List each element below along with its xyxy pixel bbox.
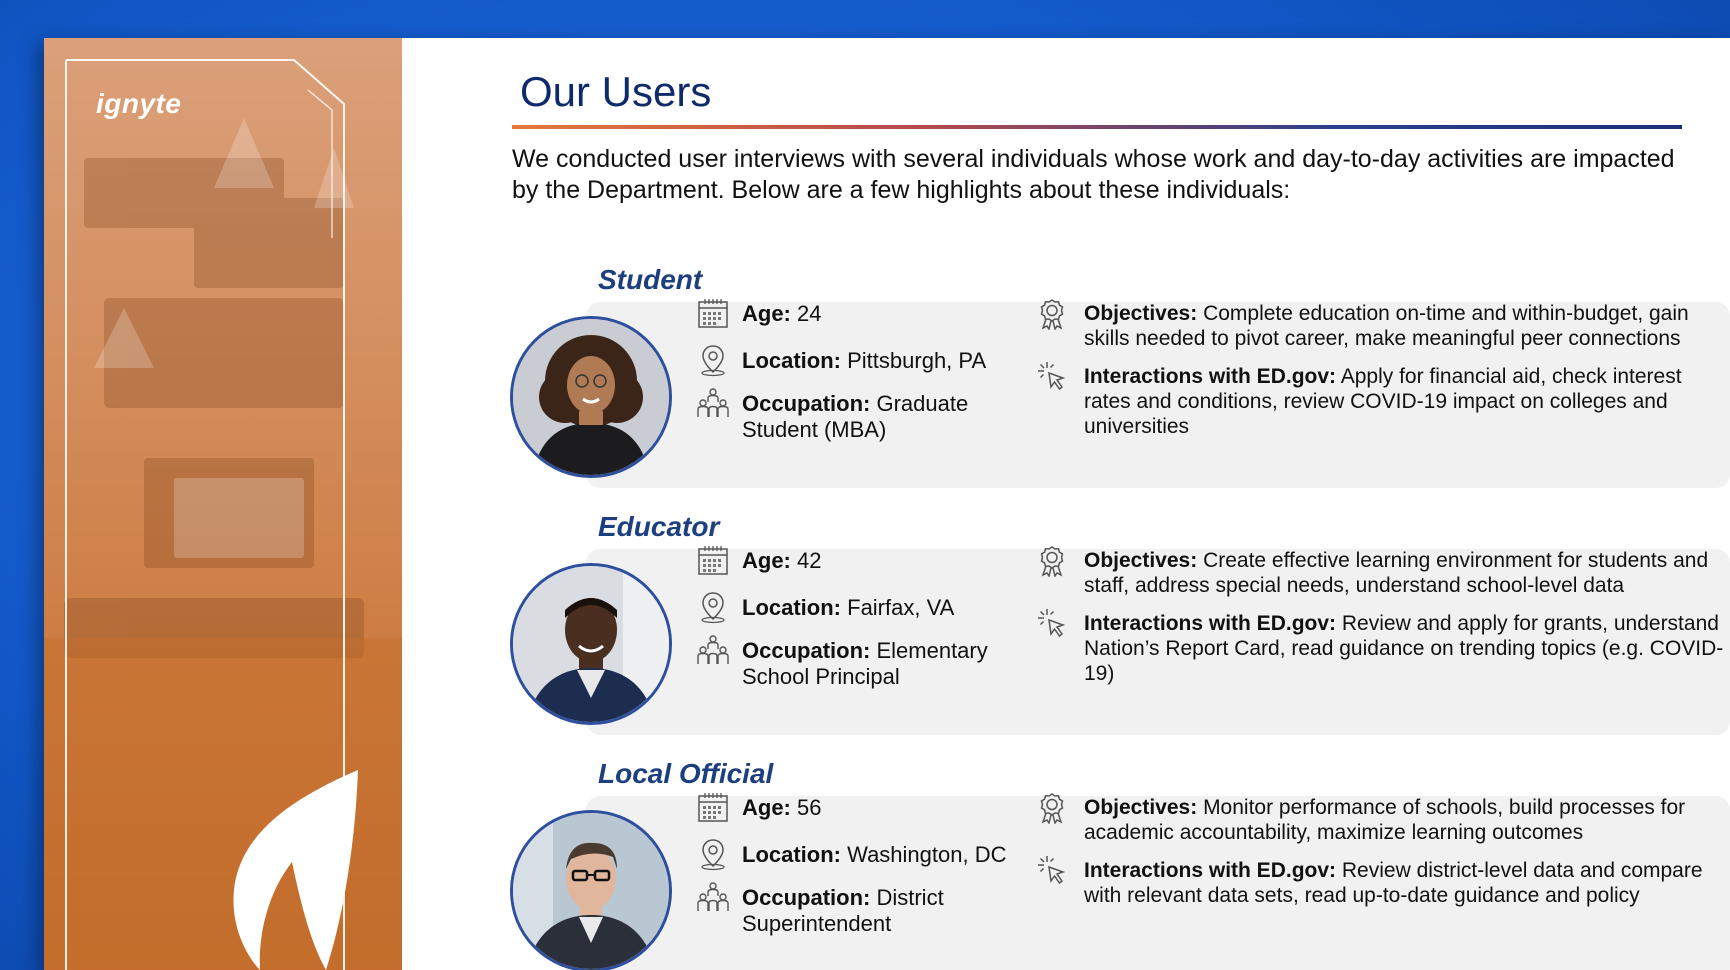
age-value: 42 bbox=[797, 548, 822, 573]
objectives-field: Objectives: Monitor performance of schoo… bbox=[1084, 795, 1724, 845]
persona-name: Educator bbox=[598, 511, 720, 542]
avatar-educator-image bbox=[513, 566, 669, 722]
location-field: Location: Pittsburgh, PA bbox=[742, 348, 1012, 374]
objectives-field: Objectives: Create effective learning en… bbox=[1084, 548, 1724, 598]
occupation-field: Occupation: District Superintendent bbox=[742, 885, 1012, 937]
cursor-click-icon bbox=[1036, 854, 1068, 886]
age-label: Age: bbox=[742, 795, 791, 820]
avatar-official-image bbox=[513, 813, 669, 969]
persona-name: Student bbox=[598, 264, 703, 295]
people-group-icon bbox=[696, 386, 730, 420]
interactions-label: Interactions with ED.gov: bbox=[1084, 859, 1337, 882]
occupation-label: Occupation: bbox=[742, 885, 871, 910]
intro-paragraph: We conducted user interviews with severa… bbox=[512, 145, 1675, 204]
location-label: Location: bbox=[742, 842, 841, 867]
location-field: Location: Washington, DC bbox=[742, 842, 1012, 868]
flame-logo-icon bbox=[233, 770, 358, 970]
location-field: Location: Fairfax, VA bbox=[742, 595, 1012, 621]
page-title: Our Users bbox=[520, 68, 712, 115]
location-pin-icon bbox=[696, 837, 730, 871]
objectives-label: Objectives: bbox=[1084, 796, 1198, 819]
award-ribbon-icon bbox=[1036, 792, 1068, 824]
occupation-label: Occupation: bbox=[742, 638, 871, 663]
occupation-label: Occupation: bbox=[742, 391, 871, 416]
persona-name: Local Official bbox=[598, 758, 774, 789]
cursor-click-icon bbox=[1036, 360, 1068, 392]
age-label: Age: bbox=[742, 301, 791, 326]
avatar bbox=[510, 810, 672, 970]
interactions-field: Interactions with ED.gov: Apply for fina… bbox=[1084, 364, 1724, 439]
objectives-field: Objectives: Complete education on-time a… bbox=[1084, 301, 1724, 351]
avatar bbox=[510, 563, 672, 725]
age-field: Age: 24 bbox=[742, 301, 1012, 327]
location-value: Washington, DC bbox=[847, 842, 1007, 867]
location-value: Fairfax, VA bbox=[847, 595, 955, 620]
avatar bbox=[510, 316, 672, 478]
age-label: Age: bbox=[742, 548, 791, 573]
title-underline bbox=[512, 125, 1682, 129]
persona-local-official: Local Official Age: 56 Location: Washing… bbox=[470, 758, 1730, 970]
location-label: Location: bbox=[742, 595, 841, 620]
location-value: Pittsburgh, PA bbox=[847, 348, 987, 373]
occupation-field: Occupation: Elementary School Principal bbox=[742, 638, 1012, 690]
cursor-click-icon bbox=[1036, 607, 1068, 639]
slide: ignyte Our Users We conducted user inter… bbox=[44, 38, 1730, 970]
interactions-label: Interactions with ED.gov: bbox=[1084, 612, 1337, 635]
objectives-label: Objectives: bbox=[1084, 302, 1198, 325]
age-value: 24 bbox=[797, 301, 822, 326]
avatar-student-image bbox=[513, 319, 669, 475]
age-value: 56 bbox=[797, 795, 822, 820]
persona-student: Student Age: 24 Location: Pittsburgh, PA… bbox=[470, 264, 1730, 504]
location-label: Location: bbox=[742, 348, 841, 373]
age-field: Age: 56 bbox=[742, 795, 1012, 821]
people-group-icon bbox=[696, 880, 730, 914]
interactions-label: Interactions with ED.gov: bbox=[1084, 365, 1337, 388]
calendar-icon bbox=[696, 790, 730, 824]
award-ribbon-icon bbox=[1036, 545, 1068, 577]
award-ribbon-icon bbox=[1036, 298, 1068, 330]
main-content: Our Users We conducted user interviews w… bbox=[470, 38, 1730, 970]
interactions-field: Interactions with ED.gov: Review and app… bbox=[1084, 611, 1724, 686]
people-group-icon bbox=[696, 633, 730, 667]
brand-logo: ignyte bbox=[96, 88, 182, 119]
objectives-label: Objectives: bbox=[1084, 549, 1198, 572]
age-field: Age: 42 bbox=[742, 548, 1012, 574]
location-pin-icon bbox=[696, 343, 730, 377]
location-pin-icon bbox=[696, 590, 730, 624]
sidebar-panel: ignyte bbox=[44, 38, 402, 970]
interactions-field: Interactions with ED.gov: Review distric… bbox=[1084, 858, 1724, 908]
calendar-icon bbox=[696, 296, 730, 330]
calendar-icon bbox=[696, 543, 730, 577]
persona-educator: Educator Age: 42 Location: Fairfax, VA O… bbox=[470, 511, 1730, 751]
occupation-field: Occupation: Graduate Student (MBA) bbox=[742, 391, 1012, 443]
